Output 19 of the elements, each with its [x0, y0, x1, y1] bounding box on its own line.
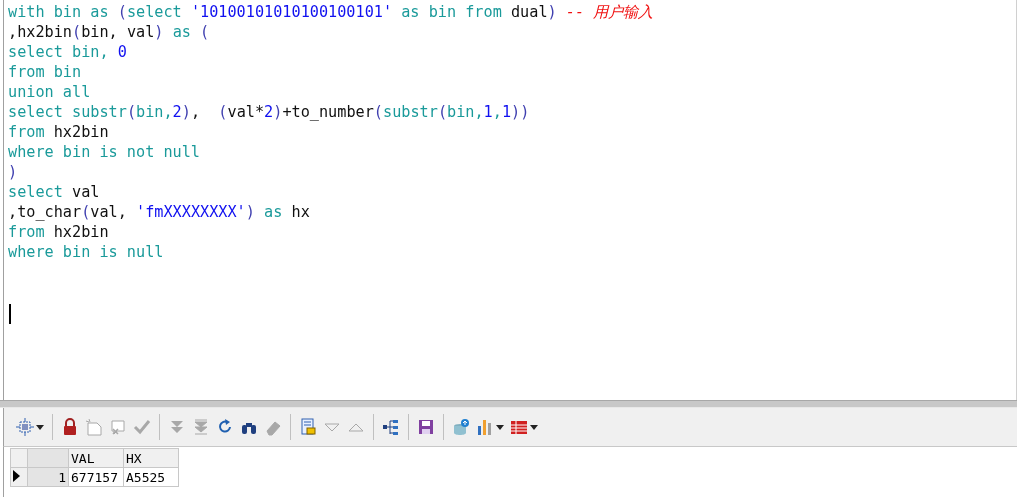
code-line: select substr(bin,2), (val*2)+to_number(substr(bin,1,1)) [8, 102, 530, 122]
code-line: where bin is not null [8, 142, 201, 162]
code-line: from bin [8, 62, 82, 82]
code-line: with bin as (select '10100101010100100101' as bin from dual) -- 用户输入 [8, 2, 654, 22]
code-line: from hx2bin [8, 222, 109, 242]
column-header[interactable]: VAL [68, 448, 124, 468]
code-line: from hx2bin [8, 122, 109, 142]
text-cursor [9, 304, 11, 324]
code-line: union all [8, 82, 91, 102]
code-line: where bin is null [8, 242, 164, 262]
column-header[interactable]: HX [123, 448, 179, 468]
splitter[interactable] [0, 400, 1017, 408]
code-line: ,hx2bin(bin, val) as ( [8, 22, 210, 42]
table-cell: 677157 [68, 467, 124, 487]
code-line: ) [8, 162, 18, 182]
code-line: ,to_char(val, 'fmXXXXXXXX') as hx [8, 202, 310, 222]
code-line: select bin, 0 [8, 42, 127, 62]
code-line: select val [8, 182, 100, 202]
table-cell: A5525 [123, 467, 179, 487]
